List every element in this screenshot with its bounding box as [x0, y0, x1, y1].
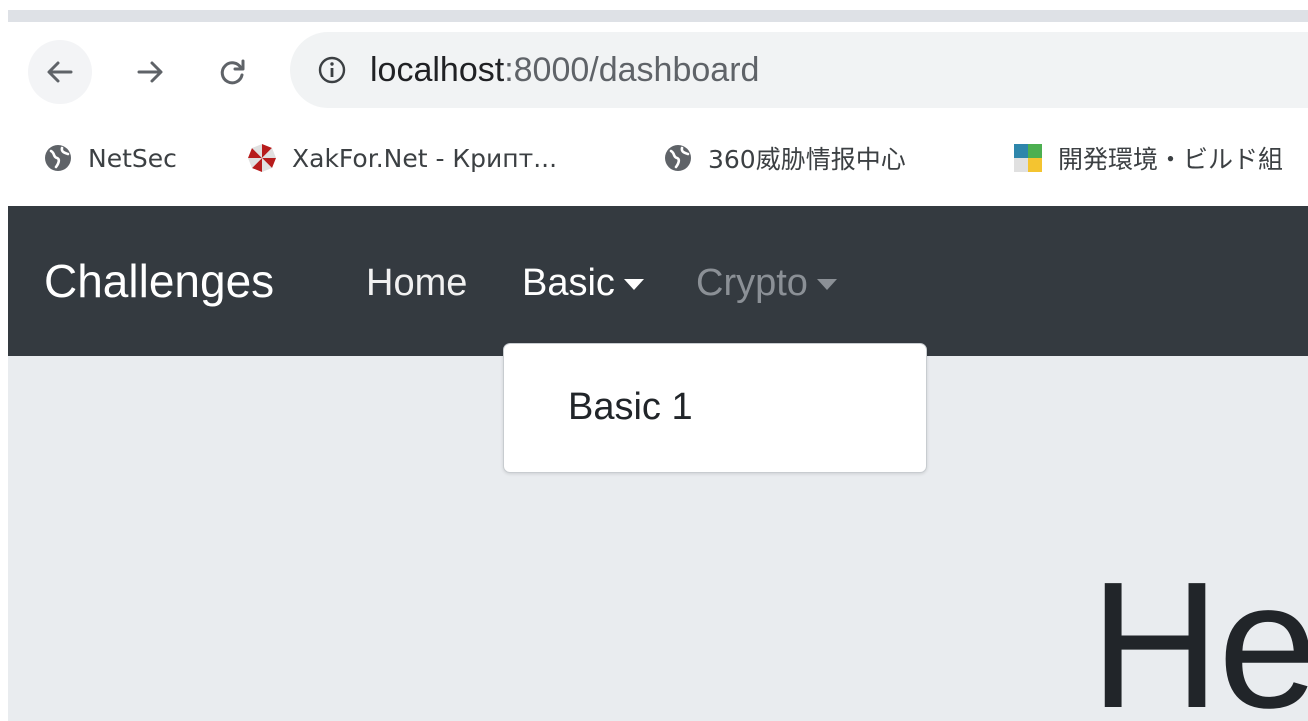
- url-text[interactable]: localhost:8000/dashboard: [370, 51, 759, 90]
- reload-button[interactable]: [200, 40, 264, 104]
- nav-link-label: Home: [366, 262, 468, 304]
- info-icon[interactable]: [318, 56, 346, 84]
- browser-toolbar: localhost:8000/dashboard: [8, 22, 1308, 118]
- dropdown-item-basic-1[interactable]: Basic 1: [568, 386, 693, 429]
- nav-link-home[interactable]: Home: [366, 262, 467, 305]
- forward-button[interactable]: [118, 40, 182, 104]
- nav-link-label: Crypto: [696, 262, 808, 304]
- caret-down-icon: [816, 278, 837, 290]
- nav-dropdown-crypto[interactable]: Crypto: [696, 262, 838, 305]
- tab-strip: [8, 10, 1308, 22]
- caret-down-icon: [623, 278, 644, 290]
- reload-icon: [220, 59, 245, 85]
- back-arrow-icon: [47, 61, 73, 83]
- forward-arrow-icon: [137, 61, 163, 83]
- globe-icon: [45, 145, 71, 171]
- bookmark-label: 360威胁情报中心: [708, 145, 906, 174]
- bookmark-xakfor[interactable]: XakFor.Net - Крипт...: [246, 136, 557, 180]
- hero-heading: He: [1090, 545, 1308, 721]
- site-navbar: Challenges Home Basic Crypto: [8, 206, 1308, 356]
- back-button[interactable]: [28, 40, 92, 104]
- bookmark-label: 開発環境・ビルド組: [1058, 145, 1284, 174]
- bookmark-label: XakFor.Net - Крипт...: [292, 143, 558, 173]
- bookmark-label: NetSec: [88, 143, 177, 173]
- bookmark-dev-env[interactable]: 開発環境・ビルド組: [1012, 136, 1283, 180]
- nav-dropdown-basic[interactable]: Basic: [522, 262, 645, 305]
- url-path: :8000/dashboard: [504, 50, 760, 89]
- address-bar[interactable]: localhost:8000/dashboard: [290, 32, 1308, 108]
- bookmark-360[interactable]: 360威胁情报中心: [662, 136, 906, 180]
- nav-link-label: Basic: [522, 262, 615, 304]
- basic-dropdown-menu: Basic 1: [503, 343, 927, 473]
- window-edge: [0, 0, 8, 721]
- globe-icon: [665, 145, 691, 171]
- navbar-brand[interactable]: Challenges: [44, 254, 274, 308]
- bookmark-netsec[interactable]: NetSec: [42, 136, 177, 180]
- colored-squares-icon: [1014, 144, 1042, 172]
- umbrella-logo-icon: [248, 144, 276, 172]
- bookmarks-bar: NetSec XakFor.Net - Крипт... 360威胁情报中心 開…: [8, 118, 1308, 198]
- url-host: localhost: [370, 50, 505, 89]
